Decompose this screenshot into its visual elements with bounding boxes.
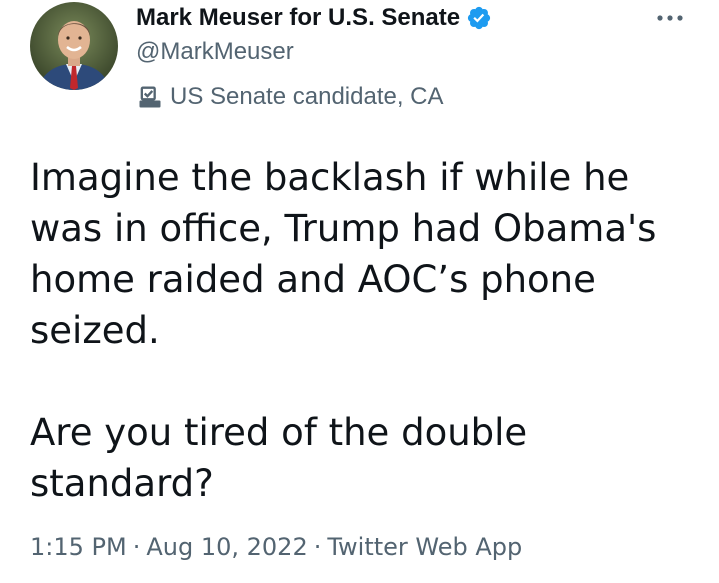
tweet-card: Mark Meuser for U.S. Senate @MarkMeuser …: [0, 0, 719, 583]
author-display-name[interactable]: Mark Meuser for U.S. Senate: [136, 4, 460, 32]
author-name-row: Mark Meuser for U.S. Senate: [136, 2, 492, 34]
tweet-paragraph: Are you tired of the double standard?: [30, 411, 528, 505]
tweet-date[interactable]: Aug 10, 2022: [146, 533, 307, 561]
author-label-row: US Senate candidate, CA: [136, 82, 444, 112]
avatar-image: [30, 2, 118, 90]
tweet-time[interactable]: 1:15 PM: [30, 533, 127, 561]
more-dots-icon: [657, 15, 683, 21]
author-label: US Senate candidate, CA: [170, 83, 444, 110]
tweet-source[interactable]: Twitter Web App: [327, 533, 522, 561]
more-options-button[interactable]: [650, 4, 690, 32]
avatar[interactable]: [30, 2, 118, 90]
ballot-box-icon: [136, 83, 164, 111]
author-handle[interactable]: @MarkMeuser: [136, 38, 294, 66]
meta-separator: ·: [132, 533, 141, 561]
verified-badge-icon: [466, 5, 492, 31]
meta-separator: ·: [313, 533, 322, 561]
tweet-meta: 1:15 PM · Aug 10, 2022 · Twitter Web App: [30, 533, 522, 561]
tweet-text: Imagine the backlash if while he was in …: [30, 152, 690, 509]
tweet-paragraph: Imagine the backlash if while he was in …: [30, 156, 657, 352]
